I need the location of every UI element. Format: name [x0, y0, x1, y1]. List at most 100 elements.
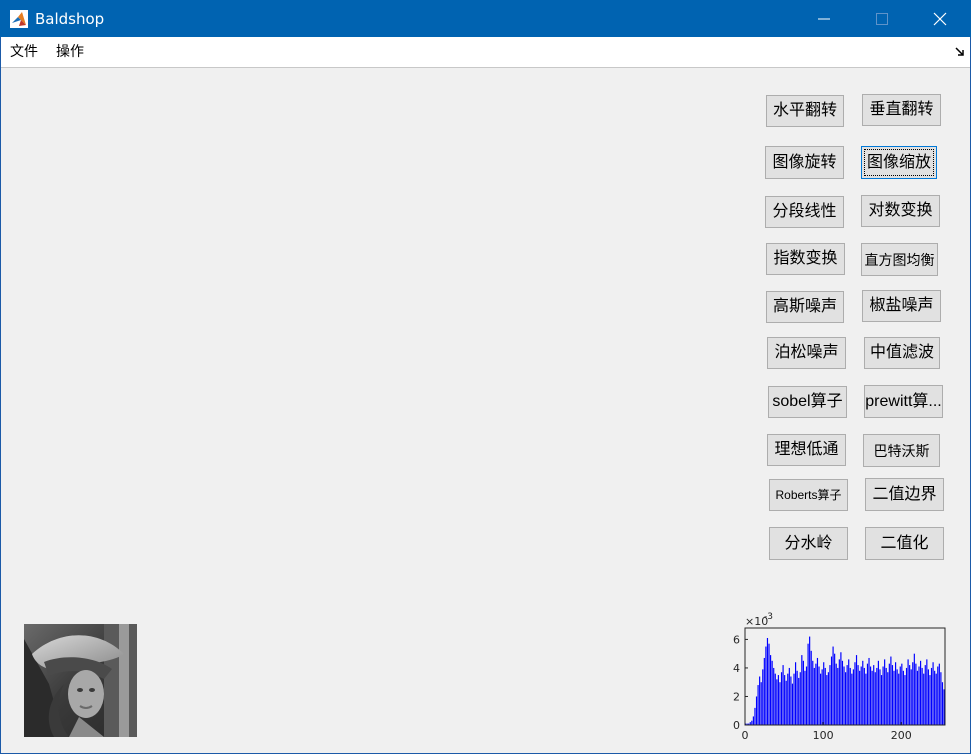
- y-axis-ticks: 0 2 4 6: [733, 633, 748, 732]
- histogram-bar: [816, 657, 819, 725]
- exp-transform-button[interactable]: 指数变换: [766, 243, 845, 275]
- histogram-bar: [874, 672, 876, 725]
- histogram-bar: [927, 669, 929, 725]
- histogram-bar: [898, 673, 900, 725]
- histogram-bar: [909, 665, 911, 725]
- histogram-bar: [838, 659, 840, 725]
- histogram-bar: [932, 662, 934, 725]
- histogram-bar: [776, 679, 778, 725]
- salt-pepper-noise-button[interactable]: 椒盐噪声: [862, 290, 941, 322]
- maximize-button[interactable]: [853, 0, 911, 37]
- minimize-button[interactable]: [795, 0, 853, 37]
- roberts-operator-button[interactable]: Roberts算子: [769, 479, 848, 511]
- histogram-bar: [866, 663, 869, 725]
- sobel-operator-button[interactable]: sobel算子: [768, 386, 847, 418]
- histogram-bar: [940, 672, 942, 725]
- close-icon: [933, 12, 947, 26]
- histogram-bar: [852, 669, 854, 725]
- binary-edge-button[interactable]: 二值边界: [865, 478, 944, 511]
- histogram-bar: [805, 666, 808, 725]
- histogram-bar: [851, 673, 853, 725]
- histogram-bar: [754, 707, 756, 725]
- histogram-bar: [827, 672, 829, 725]
- histogram-bar: [793, 673, 795, 725]
- histogram-bar: [787, 673, 789, 725]
- histogram-bar: [791, 683, 794, 725]
- histogram-bar: [795, 662, 797, 725]
- histogram-bar: [849, 667, 851, 725]
- flip-horizontal-button[interactable]: 水平翻转: [766, 95, 844, 127]
- histogram-bar: [880, 675, 883, 725]
- gaussian-noise-button[interactable]: 高斯噪声: [766, 291, 844, 323]
- histogram-bar: [837, 667, 839, 725]
- histogram-bar: [884, 659, 886, 725]
- histogram-bar: [929, 675, 931, 725]
- histogram-bar: [796, 670, 798, 725]
- focus-ring: [864, 149, 934, 176]
- title-bar: Baldshop: [0, 0, 971, 37]
- histogram-bar: [918, 666, 920, 725]
- histogram-bar: [910, 669, 912, 725]
- histogram-bar: [801, 655, 803, 725]
- prewitt-operator-button[interactable]: prewitt算...: [864, 385, 943, 418]
- y-tick-label: 4: [733, 662, 740, 675]
- binarize-button[interactable]: 二值化: [865, 527, 944, 560]
- log-transform-button[interactable]: 对数变换: [861, 195, 940, 227]
- close-button[interactable]: [911, 0, 969, 37]
- histogram-bar: [799, 672, 801, 725]
- watershed-button[interactable]: 分水岭: [769, 527, 848, 560]
- histogram-bar: [846, 665, 848, 725]
- histogram-bar: [771, 660, 773, 725]
- x-tick-label: 0: [742, 729, 749, 742]
- x-tick-label: 100: [813, 729, 834, 742]
- histogram-bar: [877, 660, 879, 725]
- piecewise-linear-button[interactable]: 分段线性: [765, 196, 844, 228]
- histogram-bar: [755, 696, 758, 725]
- histogram-bar: [930, 667, 933, 725]
- histogram-bar: [879, 669, 881, 725]
- flip-vertical-button[interactable]: 垂直翻转: [862, 94, 941, 126]
- x-tick-label: 200: [891, 729, 912, 742]
- histogram-bar: [845, 672, 847, 725]
- histogram-bar: [830, 656, 833, 725]
- histogram-bar: [798, 677, 800, 725]
- butterworth-button[interactable]: 巴特沃斯: [863, 434, 940, 467]
- histogram-bar: [829, 665, 831, 725]
- histogram-bar: [943, 689, 945, 725]
- histogram-bar: [857, 665, 859, 725]
- scale-image-button[interactable]: 图像缩放: [861, 146, 937, 179]
- histogram-bar: [834, 653, 836, 725]
- histogram-bar: [818, 666, 820, 725]
- histogram-bar: [751, 720, 753, 725]
- histogram-bar: [777, 675, 779, 725]
- histogram-bar: [784, 675, 786, 725]
- histogram-bar: [841, 660, 844, 725]
- median-filter-button[interactable]: 中值滤波: [864, 337, 940, 369]
- rotate-image-button[interactable]: 图像旋转: [765, 146, 844, 179]
- histogram-bar: [780, 672, 783, 725]
- histogram-bar: [882, 666, 884, 725]
- histogram-bar: [840, 652, 842, 725]
- histogram-bar: [763, 657, 765, 725]
- histogram-bar: [821, 669, 823, 725]
- menu-file[interactable]: 文件: [10, 44, 38, 60]
- histogram-bar: [916, 670, 919, 725]
- histogram-bar: [835, 663, 837, 725]
- histogram-bar: [907, 659, 909, 725]
- menu-operations[interactable]: 操作: [56, 44, 84, 60]
- histogram-bar: [812, 660, 814, 725]
- y-tick-label: 0: [733, 719, 740, 732]
- histogram-bar: [790, 676, 792, 725]
- histogram-equalization-button[interactable]: 直方图均衡: [861, 243, 938, 276]
- histogram-bar: [868, 657, 870, 725]
- undock-arrow-icon[interactable]: [955, 47, 965, 57]
- histogram-bar: [924, 665, 926, 725]
- histogram-bar: [926, 659, 928, 725]
- ideal-lowpass-button[interactable]: 理想低通: [767, 434, 846, 466]
- histogram-bar: [938, 663, 940, 725]
- poisson-noise-button[interactable]: 泊松噪声: [767, 337, 846, 369]
- menu-bar: 文件 操作: [0, 37, 971, 68]
- histogram-bar: [773, 667, 775, 725]
- histogram-bar: [826, 675, 828, 725]
- y-tick-label: 6: [733, 633, 740, 646]
